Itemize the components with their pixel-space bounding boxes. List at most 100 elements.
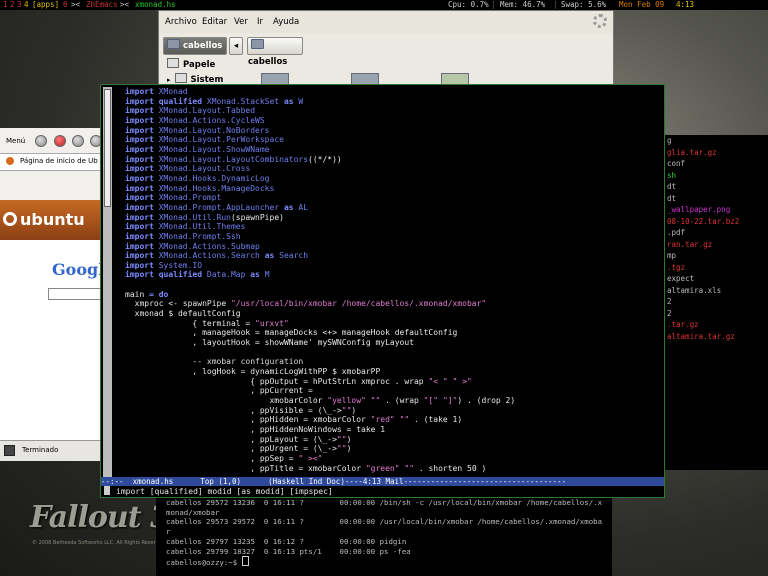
- code-token: import: [125, 222, 154, 232]
- code-token: "< ": [428, 376, 448, 386]
- menu-ayuda[interactable]: Ayuda: [273, 17, 299, 27]
- bottom-terminal[interactable]: cabellos 29572 13236 0 16:11 ? 00:00:00 …: [156, 498, 612, 576]
- code-line: , logHook = dynamicLogWithPP $ xmobarPP: [125, 367, 660, 377]
- workspace-3[interactable]: 3: [17, 0, 22, 10]
- workspace-6[interactable]: 6: [63, 0, 68, 10]
- sidebar-item-papelera[interactable]: Papele: [167, 58, 215, 70]
- terminal-line: 2: [667, 297, 672, 306]
- code-line: , layoutHook = showWName' mySWNConfig my…: [125, 338, 660, 348]
- terminal-line: altamira.xls: [667, 285, 722, 295]
- browser-tab[interactable]: Página de inicio de Ub: [0, 153, 100, 171]
- search-input[interactable]: [48, 288, 102, 300]
- terminal-line: cabellos 29797 13235 0 16:12 ? 00:00:00 …: [166, 536, 407, 546]
- code-token: import: [125, 115, 154, 125]
- scrollbar-thumb[interactable]: [104, 89, 111, 207]
- code-token: "": [341, 405, 352, 415]
- terminal-line: .tar.gz: [667, 320, 699, 329]
- code-token: XMonad.StackSet: [202, 96, 284, 106]
- back-icon[interactable]: [35, 135, 47, 147]
- emacs-minibuffer[interactable]: import [qualified] modid [as modid] [imp…: [101, 486, 664, 497]
- code-token: , logHook = dynamicLogWithPP $ xmobarPP: [125, 367, 381, 377]
- tab-title: Página de inicio de Ub: [20, 157, 98, 165]
- code-line: , ppHiddenNoWindows = take 1: [125, 425, 660, 435]
- code-token: . (take 1): [409, 415, 463, 425]
- path-back-button[interactable]: ◂: [229, 37, 243, 55]
- code-token: import: [125, 154, 154, 164]
- code-token: AL: [293, 202, 309, 212]
- code-token: XMonad.Layout.Cross: [153, 164, 251, 174]
- emacs-scrollbar[interactable]: [103, 87, 112, 481]
- stop-icon[interactable]: [54, 135, 66, 147]
- code-token: M: [259, 270, 270, 280]
- path-button-current[interactable]: cabellos: [247, 37, 303, 67]
- code-token: as: [264, 251, 275, 261]
- xmobar-status-bar: 1 2 3 4 [apps] 6 >< ZhEmacs >< xmonad.hs…: [0, 0, 768, 10]
- code-token: XMonad.Actions.CycleWS: [153, 115, 265, 125]
- menu-archivo[interactable]: Archivo: [165, 17, 197, 27]
- code-token: "": [336, 444, 347, 454]
- code-line: { terminal = "urxvt": [125, 319, 660, 329]
- code-token: XMonad.Hooks.ManageDocks: [153, 183, 275, 193]
- code-line: xmonad $ defaultConfig: [125, 309, 660, 319]
- workspace-2[interactable]: 2: [10, 0, 15, 10]
- code-token: import: [125, 87, 154, 96]
- code-token: . shorten 50 ): [414, 463, 487, 473]
- file-manager-window: Archivo Editar Ver Ir Ayuda cabellos ◂ c…: [158, 10, 614, 92]
- workspace-4[interactable]: 4: [24, 0, 29, 10]
- swap-status: Swap: 5.6%: [561, 0, 607, 9]
- code-line: import XMonad.Layout.NoBorders: [125, 126, 660, 136]
- right-terminal[interactable]: g glia.tar.gz conf sh dt dt _wallpaper.p…: [665, 135, 768, 470]
- menu-ir[interactable]: Ir: [257, 17, 263, 27]
- code-line: -- xmobar configuration: [125, 357, 660, 367]
- code-token: do: [153, 289, 169, 299]
- code-line: , ppVisible = (\_->""): [125, 406, 660, 416]
- code-token: import: [125, 260, 154, 270]
- code-token: , ppSep =: [125, 453, 299, 463]
- emacs-window[interactable]: import XMonad import qualified XMonad.Sta…: [100, 84, 665, 498]
- terminal-line: cabellos 29573 29572 0 16:11 ? 00:00:00 …: [166, 517, 603, 527]
- code-token: , ppCurrent =: [125, 386, 313, 396]
- terminal-line: conf: [667, 159, 686, 168]
- date-status: Mon Feb 09: [619, 0, 665, 9]
- workspace-apps[interactable]: [apps]: [32, 0, 59, 10]
- reload-icon[interactable]: [72, 135, 84, 147]
- status-bar: Terminado: [0, 440, 100, 461]
- code-token: , manageHook = manageDocks <+> manageHoo…: [125, 328, 458, 338]
- code-line: import XMonad.Layout.Tabbed: [125, 106, 660, 116]
- workspace-1[interactable]: 1: [3, 0, 8, 10]
- code-token: XMonad.Prompt: [153, 193, 222, 203]
- cpu-status: Cpu: 0.7%: [448, 0, 489, 9]
- expand-arrow-icon[interactable]: ▸: [167, 76, 171, 84]
- code-token: , ppHiddenNoWindows = take 1: [125, 424, 386, 434]
- code-line: import XMonad.Prompt.AppLauncher as AL: [125, 203, 660, 213]
- path-button-home[interactable]: cabellos: [163, 37, 227, 55]
- terminal-line: expect: [667, 274, 695, 283]
- code-token: "red": [370, 415, 395, 425]
- code-line: import XMonad: [125, 87, 660, 97]
- code-token: (spawnPipe): [230, 212, 284, 222]
- code-token: { ppOutput = hPutStrLn xmproc . wrap: [125, 376, 429, 386]
- terminal-line: _wallpaper.png: [667, 205, 731, 214]
- code-line: , ppTitle = xmobarColor "green" "" . sho…: [125, 464, 660, 474]
- status-text: Terminado: [22, 446, 59, 454]
- code-token: Search: [274, 251, 309, 261]
- code-token: xmproc <- spawnPipe: [125, 299, 231, 309]
- terminal-line: altamira.tar.gz: [667, 331, 735, 341]
- code-line: import XMonad.Prompt: [125, 193, 660, 203]
- menu-ver[interactable]: Ver: [234, 17, 248, 27]
- code-token: import: [125, 231, 154, 241]
- window-title: xmonad.hs: [135, 0, 176, 9]
- terminal-prompt[interactable]: cabellos@ozzy:~$: [156, 556, 612, 568]
- browser-window: Menú Página de inicio de Ub ubuntu Googl…: [0, 128, 114, 461]
- menu-editar[interactable]: Editar: [202, 17, 227, 27]
- browser-menu[interactable]: Menú: [6, 137, 25, 145]
- home-folder-icon: [167, 39, 180, 49]
- code-token: , ppHidden = xmobarColor: [125, 415, 371, 425]
- ubuntu-wordmark: ubuntu: [20, 210, 85, 229]
- code-line: import XMonad.Hooks.DynamicLog: [125, 174, 660, 184]
- code-buffer[interactable]: import XMonad import qualified XMonad.Sta…: [125, 87, 660, 473]
- layout-separator: ><: [71, 0, 81, 9]
- code-token: XMonad.Layout.NoBorders: [153, 125, 270, 135]
- code-line: import XMonad.Layout.PerWorkspace: [125, 135, 660, 145]
